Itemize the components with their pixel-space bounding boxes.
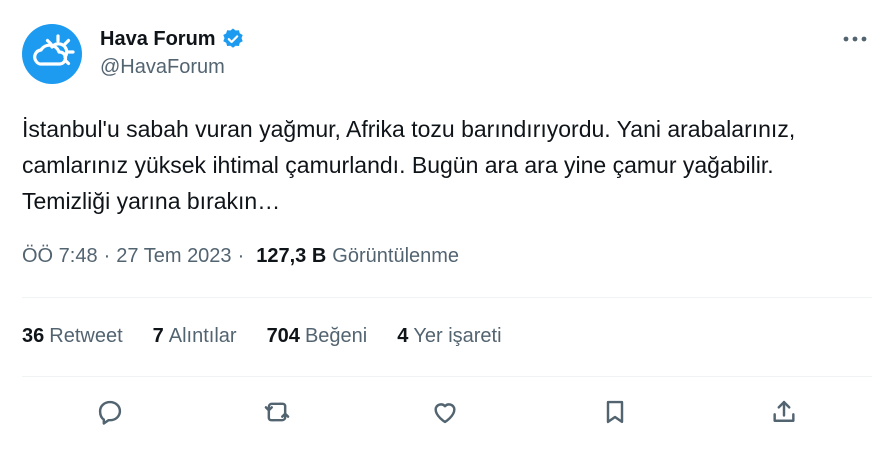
action-bar [22, 392, 872, 432]
author-block: Hava Forum @HavaForum [100, 26, 245, 79]
tweet-meta: ÖÖ 7:48 · 27 Tem 2023 · 127,3 B Görüntül… [22, 245, 459, 268]
likes-count: 704 [266, 325, 300, 347]
engagement-stats: 36 Retweet 7 Alıntılar 704 Beğeni 4 Yer … [22, 325, 532, 348]
retweets-stat[interactable]: 36 Retweet [22, 325, 123, 348]
bookmark-icon[interactable] [595, 392, 635, 432]
reply-icon[interactable] [90, 392, 130, 432]
handle[interactable]: @HavaForum [100, 56, 245, 79]
likes-label: Beğeni [304, 325, 368, 347]
more-options-icon[interactable] [838, 26, 872, 52]
divider [22, 297, 872, 298]
meta-separator: · [103, 245, 111, 267]
sun-cloud-logo-icon [33, 34, 75, 66]
meta-separator: · [237, 245, 245, 267]
quotes-stat[interactable]: 7 Alıntılar [153, 325, 237, 348]
retweets-label: Retweet [49, 325, 123, 347]
tweet-text: İstanbul'u sabah vuran yağmur, Afrika to… [22, 116, 802, 214]
likes-stat[interactable]: 704 Beğeni [267, 325, 368, 348]
tweet-date[interactable]: 27 Tem 2023 [116, 245, 231, 268]
views-label[interactable]: Görüntülenme [332, 245, 459, 268]
bookmarks-stat[interactable]: 4 Yer işareti [397, 325, 501, 348]
avatar[interactable] [22, 24, 82, 84]
like-icon[interactable] [425, 392, 465, 432]
retweets-count: 36 [22, 325, 45, 347]
tweet-card: Hava Forum @HavaForum İstanbul'u sabah v… [0, 0, 890, 449]
share-icon[interactable] [764, 392, 804, 432]
retweet-icon[interactable] [257, 392, 297, 432]
quotes-label: Alıntılar [168, 325, 237, 347]
bookmarks-count: 4 [397, 325, 409, 347]
verified-badge-icon[interactable] [221, 27, 245, 51]
display-name[interactable]: Hava Forum [100, 28, 216, 51]
divider [22, 376, 872, 377]
bookmarks-label: Yer işareti [413, 325, 502, 347]
tweet-time[interactable]: ÖÖ 7:48 [22, 245, 98, 268]
quotes-count: 7 [152, 325, 164, 347]
name-row: Hava Forum [100, 26, 245, 52]
views-count[interactable]: 127,3 B [256, 245, 326, 268]
